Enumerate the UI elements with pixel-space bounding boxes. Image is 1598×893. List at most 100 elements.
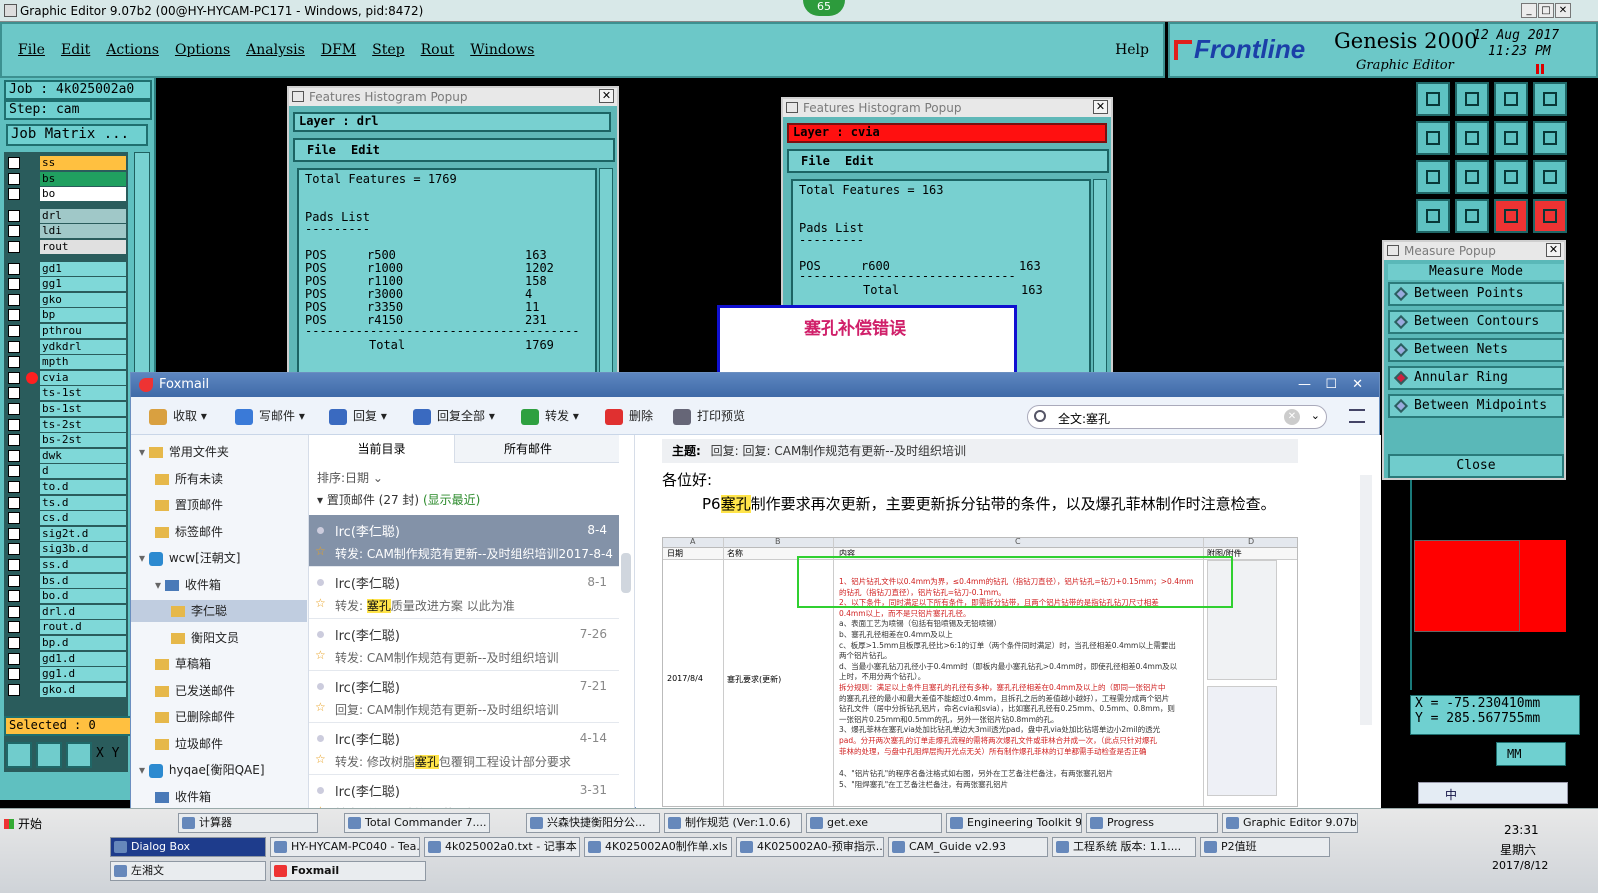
- between-points-option[interactable]: Between Points: [1388, 282, 1564, 306]
- receive-button[interactable]: 收取 ▾: [149, 407, 207, 425]
- layer-row-to.d[interactable]: to.d: [8, 480, 126, 495]
- net-red-icon[interactable]: [1494, 199, 1528, 233]
- taskbar-app[interactable]: 4K025002A0制作单.xls ...: [584, 837, 732, 857]
- list-scrollbar[interactable]: [621, 553, 631, 593]
- flip-icon[interactable]: [1494, 121, 1528, 155]
- layer-checkbox[interactable]: [8, 449, 20, 462]
- layer-checkbox[interactable]: [8, 209, 20, 222]
- layer-row-gko.d[interactable]: gko.d: [8, 682, 126, 698]
- sort-by-date[interactable]: 排序:日期 ⌄: [317, 469, 383, 486]
- job-field[interactable]: Job : 4k025002a0: [4, 80, 152, 100]
- star-icon[interactable]: ☆: [315, 648, 326, 662]
- close-popup-button[interactable]: ✕: [1093, 100, 1108, 114]
- help-icon[interactable]: [1533, 160, 1567, 194]
- taskbar-app[interactable]: 左湘文: [110, 861, 266, 881]
- taskbar-app[interactable]: 4k025002a0.txt - 记事本: [424, 837, 580, 857]
- maximize-button[interactable]: □: [1538, 3, 1554, 18]
- layer-checkbox[interactable]: [8, 637, 20, 649]
- folder-item[interactable]: 标签邮件: [131, 521, 307, 543]
- taskbar-app[interactable]: get.exe: [806, 813, 942, 833]
- folder-item[interactable]: 垃圾邮件: [131, 733, 307, 755]
- layer-row-ts-2st[interactable]: ts-2st: [8, 417, 126, 433]
- foxmail-close[interactable]: ✕: [1352, 373, 1363, 397]
- folder-item[interactable]: 已删除邮件: [131, 706, 307, 728]
- layer-row-gko[interactable]: gko: [8, 292, 126, 308]
- net-red-2-icon[interactable]: [1533, 199, 1567, 233]
- layer-checkbox[interactable]: [8, 668, 20, 681]
- layer-row-drl.d[interactable]: drl.d: [8, 604, 126, 620]
- star-icon[interactable]: ☆: [315, 544, 326, 558]
- folder-item[interactable]: ▾ wcw[汪朝文]: [131, 547, 307, 569]
- popup-menu-edit[interactable]: Edit: [351, 143, 380, 157]
- between-nets-option[interactable]: Between Nets: [1388, 338, 1564, 362]
- close-popup-button[interactable]: ✕: [1546, 243, 1561, 257]
- folder-item[interactable]: 收件箱: [131, 786, 307, 808]
- menu-file[interactable]: File: [18, 42, 45, 58]
- layer-checkbox[interactable]: [8, 418, 20, 431]
- job-matrix-button[interactable]: Job Matrix ...: [6, 124, 148, 146]
- layer-row-bo[interactable]: bo: [8, 187, 126, 202]
- search-input[interactable]: 全文:塞孔: [1058, 410, 1110, 427]
- window-icon[interactable]: [1533, 82, 1567, 116]
- print-preview-button[interactable]: 打印预览: [673, 407, 745, 425]
- menu-help[interactable]: Help: [1115, 42, 1149, 58]
- folder-item[interactable]: ▾ 收件箱: [131, 574, 307, 596]
- taskbar-app[interactable]: 工程系统 版本: 1.1....: [1052, 837, 1196, 857]
- layer-row-ydkdrl[interactable]: ydkdrl: [8, 339, 126, 355]
- layer-row-bs.d[interactable]: bs.d: [8, 573, 126, 589]
- taskbar-app[interactable]: Graphic Editor 9.07b...: [1222, 813, 1358, 833]
- layer-checkbox[interactable]: [8, 225, 20, 238]
- popup-menu-edit[interactable]: Edit: [845, 154, 874, 168]
- layer-checkbox[interactable]: [8, 434, 20, 447]
- minimize-button[interactable]: _: [1521, 3, 1537, 18]
- delete-button[interactable]: 删除: [605, 407, 653, 425]
- layer-row-bs[interactable]: bs: [8, 171, 126, 187]
- layer-checkbox[interactable]: [8, 172, 20, 185]
- layer-row-drl[interactable]: drl: [8, 208, 126, 224]
- foxmail-maximize[interactable]: ☐: [1325, 373, 1337, 397]
- rotate-icon[interactable]: [1533, 121, 1567, 155]
- layer-row-cvia[interactable]: cvia: [8, 370, 126, 386]
- layer-row-mpth[interactable]: mpth: [8, 355, 126, 370]
- layer-row-bs-2st[interactable]: bs-2st: [8, 433, 126, 448]
- layer-row-sig3b.d[interactable]: sig3b.d: [8, 542, 126, 557]
- ruler-icon[interactable]: [1416, 199, 1450, 233]
- layer-checkbox[interactable]: [8, 621, 20, 634]
- close-popup-button[interactable]: ✕: [599, 89, 614, 103]
- mail-row[interactable]: lrc(李仁聪) 7-26 ☆ 转发: CAM制作规范有更新--及时组织培训: [309, 619, 619, 671]
- taskbar-app[interactable]: CAM_Guide v2.93: [888, 837, 1048, 857]
- xy-toggle[interactable]: X Y: [96, 746, 119, 761]
- layer-row-ss.d[interactable]: ss.d: [8, 558, 126, 573]
- tool-icon-1[interactable]: [6, 742, 32, 768]
- clock-time[interactable]: 23:31: [1504, 823, 1539, 837]
- tab-all-mail[interactable]: 所有邮件: [455, 435, 601, 463]
- taskbar-app[interactable]: 4K025002A0-预审指示...: [736, 837, 884, 857]
- between-midpoints-option[interactable]: Between Midpoints: [1388, 394, 1564, 418]
- mail-row[interactable]: lrc(李仁聪) 4-14 ☆ 转发: 修改树脂塞孔包覆铜工程设计部分要求: [309, 723, 619, 775]
- star-icon[interactable]: ☆: [315, 752, 326, 766]
- menu-rout[interactable]: Rout: [421, 42, 455, 58]
- show-recent-link[interactable]: (显示最近): [423, 493, 480, 507]
- move-left-icon[interactable]: [1416, 121, 1450, 155]
- layer-row-ts-1st[interactable]: ts-1st: [8, 386, 126, 401]
- close-window-button[interactable]: ✕: [1555, 3, 1571, 18]
- layer-checkbox[interactable]: [8, 356, 20, 369]
- taskbar-app[interactable]: HY-HYCAM-PC040 - Tea...: [270, 837, 420, 857]
- mail-row[interactable]: lrc(李仁聪) 8-4 ☆ 转发: CAM制作规范有更新--及时组织培训2017-8…: [309, 515, 619, 567]
- layer-row-gd1.d[interactable]: gd1.d: [8, 651, 126, 667]
- menu-step[interactable]: Step: [372, 42, 404, 58]
- center-icon[interactable]: [1455, 160, 1489, 194]
- annular-ring-option[interactable]: Annular Ring: [1388, 366, 1564, 390]
- tab-current-folder[interactable]: 当前目录: [309, 435, 455, 463]
- layer-row-sig2t.d[interactable]: sig2t.d: [8, 526, 126, 542]
- layer-row-bp[interactable]: bp: [8, 308, 126, 323]
- taskbar-app[interactable]: 制作规范 (Ver:1.0.6): [664, 813, 802, 833]
- home-icon[interactable]: [1494, 82, 1528, 116]
- expand-arrow-icon[interactable]: ▾: [155, 578, 165, 592]
- start-button[interactable]: 开始: [2, 813, 50, 835]
- layer-row-bs-1st[interactable]: bs-1st: [8, 402, 126, 417]
- menu-actions[interactable]: Actions: [106, 42, 159, 58]
- layer-checkbox[interactable]: [8, 325, 20, 337]
- menu-edit[interactable]: Edit: [61, 42, 90, 58]
- group-header[interactable]: ▾ 置顶邮件 (27 封) (显示最近): [317, 491, 617, 508]
